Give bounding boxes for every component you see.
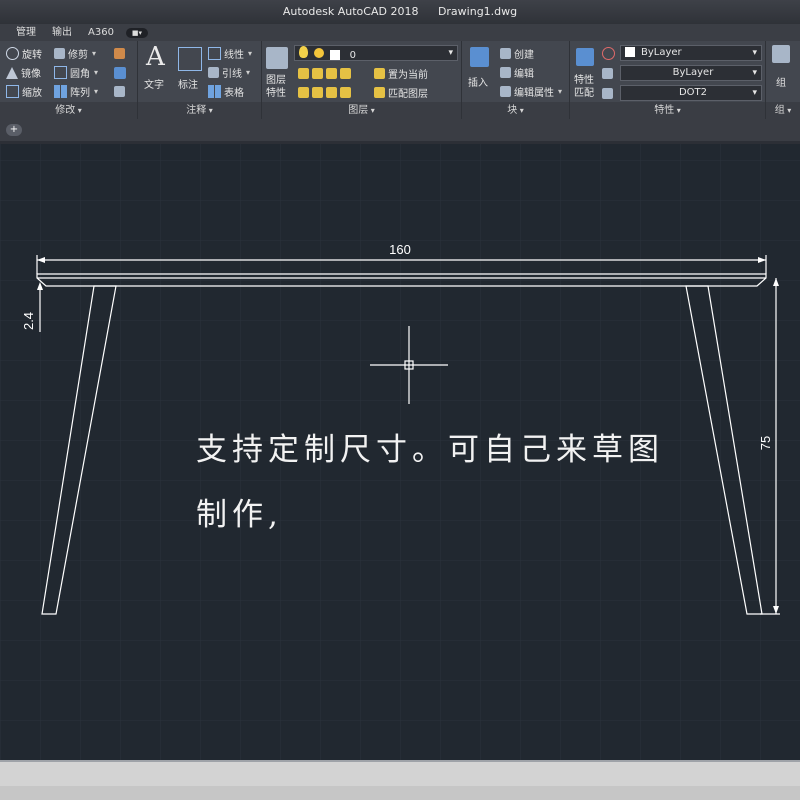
lineweight-dropdown[interactable]: DOT2 [620,85,762,101]
annotation-note-line1: 支持定制尺寸。可自己来草图 [196,432,664,468]
group-panel-title[interactable]: 组 [766,102,800,119]
text-icon: A [146,42,165,72]
erase-button[interactable] [114,45,128,62]
properties-panel: 特性匹配 ByLayer ByLayer DOT2 特性 [570,41,766,119]
text-button[interactable]: 文字 [144,75,164,92]
create-block-icon [500,48,511,59]
trim-icon [54,48,65,59]
horizontal-scrollbar[interactable] [0,786,800,800]
edit-block-icon [500,67,511,78]
layer-color-swatch [330,50,341,60]
copy-button[interactable] [114,64,129,81]
block-panel-title[interactable]: 块 [462,102,569,119]
array-icon [54,85,67,98]
match-properties-button[interactable]: 特性匹配 [574,74,600,100]
fillet-button[interactable]: 圆角 ▾ [54,64,98,81]
group-panel: 组 组 [766,41,800,119]
layer-value: 0 [349,50,356,61]
linetype-dropdown[interactable]: ByLayer [620,65,762,81]
color-swatch [625,47,635,57]
stretch-button[interactable] [114,83,128,100]
trim-button[interactable]: 修剪 ▾ [54,45,96,62]
leader-icon [208,67,219,78]
insert-button[interactable]: 插入 [468,73,488,90]
layers-panel-title[interactable]: 图层 [262,102,461,119]
dimension-button[interactable]: 标注 [178,75,198,92]
insert-icon [470,45,492,69]
modify-panel: 旋转 修剪 ▾ 镜像 圆角 ▾ 缩放 阵列 ▾ 修改 [0,41,138,119]
match-layer-icon [374,87,385,98]
color-wheel-icon [602,45,618,62]
table-button[interactable]: 表格 [208,83,244,100]
scale-icon [6,85,19,98]
match-layer-button[interactable]: 匹配图层 [374,84,428,101]
file-title: Drawing1.dwg [437,5,518,18]
copy-icon [114,66,126,79]
stretch-icon [114,86,125,97]
block-panel: 插入 创建 编辑 编辑属性 ▾ 块 [462,41,570,119]
linear-icon [208,47,221,60]
dim-text-width: 160 [389,242,411,257]
fillet-icon [54,66,67,79]
array-button[interactable]: 阵列 ▾ [54,83,98,100]
layer-properties-icon [266,45,292,71]
lightbulb-icon [299,46,308,58]
sun-icon [314,48,325,58]
annotation-panel: A 文字 标注 线性 ▾ 引线 ▾ 表格 注释 [138,41,262,119]
rotate-button[interactable]: 旋转 [6,45,42,62]
rotate-icon [6,47,19,60]
mirror-button[interactable]: 镜像 [6,64,41,81]
layer-tools-row2[interactable] [298,84,354,101]
pencil-icon [114,48,125,59]
new-tab-button[interactable]: + [6,124,22,136]
properties-panel-title[interactable]: 特性 [570,102,765,119]
mirror-icon [6,66,18,79]
set-current-icon [374,68,385,79]
match-properties-icon [576,45,598,69]
edit-attributes-button[interactable]: 编辑属性 ▾ [500,83,562,100]
edit-block-button[interactable]: 编辑 [500,64,534,81]
title-bar: Autodesk AutoCAD 2018 Drawing1.dwg [0,0,800,24]
lineweight-icon [602,85,616,102]
scale-button[interactable]: 缩放 [6,83,42,100]
tab-options-button[interactable]: ■▾ [125,27,148,38]
drawing-canvas[interactable]: 160 2.4 75 支持定制尺寸。可自己来草图 制作, [0,144,800,760]
tab-manage[interactable]: 管理 [8,24,44,41]
document-tab-strip: + [0,119,800,141]
modify-panel-title[interactable]: 修改 [0,102,137,119]
group-button[interactable]: 组 [776,73,786,90]
set-current-button[interactable]: 置为当前 [374,65,428,82]
dimension-icon [178,47,202,71]
annotation-note-line2: 制作, [196,497,283,533]
annotation-panel-title[interactable]: 注释 [138,102,261,119]
color-dropdown[interactable]: ByLayer [620,45,762,61]
dim-text-thickness: 2.4 [21,312,36,330]
layer-tools-row1[interactable] [298,65,354,82]
layer-dropdown[interactable]: 0 [294,45,458,61]
tab-output[interactable]: 输出 [44,24,80,41]
ribbon-tab-bar: 管理 输出 A360 ■▾ [0,24,800,41]
edit-attributes-icon [500,86,511,97]
linetype-icon [602,65,616,82]
linear-button[interactable]: 线性 ▾ [208,45,252,62]
create-block-button[interactable]: 创建 [500,45,534,62]
app-title: Autodesk AutoCAD 2018 [282,5,419,18]
layers-panel: 图层特性 0 置为当前 匹配图层 图层 [262,41,462,119]
leader-button[interactable]: 引线 ▾ [208,64,250,81]
group-icon [772,44,793,63]
tab-a360[interactable]: A360 [80,24,122,41]
table-icon [208,85,221,98]
ribbon: 旋转 修剪▾ 镜像 圆角▾ 缩放 阵列▾ 修改 A 文字 标注 线性▾ 引线▾ … [0,41,800,119]
layer-properties-button[interactable]: 图层特性 [266,74,294,100]
dim-text-height: 75 [758,436,773,450]
